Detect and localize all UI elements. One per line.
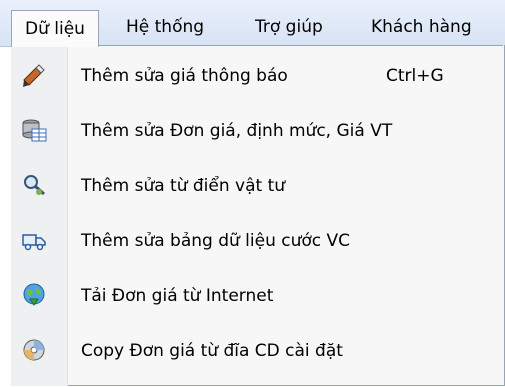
menu-bar: Dữ liệu Hệ thống Trợ giúp Khách hàng <box>0 0 505 47</box>
menu-tro-giup-label: Trợ giúp <box>255 17 323 37</box>
menu-item-them-sua-don-gia[interactable]: Thêm sửa Đơn giá, định mức, Giá VT <box>11 103 503 159</box>
menu-item-them-sua-cuoc-vc[interactable]: Thêm sửa bảng dữ liệu cước VC <box>11 213 503 269</box>
menu-item-label: Thêm sửa từ điển vật tư <box>81 176 286 196</box>
database-table-icon <box>22 119 47 142</box>
pencil-tool-icon <box>23 64 45 87</box>
menu-khach-hang[interactable]: Khách hàng <box>371 9 472 45</box>
menu-du-lieu[interactable]: Dữ liệu <box>11 10 99 47</box>
menu-item-label: Thêm sửa giá thông báo <box>81 66 288 86</box>
shortcut-text: Ctrl+G <box>386 66 444 86</box>
menu-item-label: Tải Đơn giá từ Internet <box>81 286 274 306</box>
truck-icon <box>22 234 46 251</box>
menu-item-them-sua-gia-thong-bao[interactable]: Thêm sửa giá thông báo Ctrl+G <box>11 48 503 104</box>
menu-item-copy-don-gia-cd[interactable]: Copy Đơn giá từ đĩa CD cài đặt <box>11 323 503 379</box>
menu-item-them-sua-tu-dien-vat-tu[interactable]: Thêm sửa từ điển vật tư <box>11 158 503 214</box>
menu-du-lieu-label: Dữ liệu <box>25 19 85 39</box>
dropdown-top-border <box>95 45 503 46</box>
menu-item-label: Thêm sửa Đơn giá, định mức, Giá VT <box>81 121 393 141</box>
menu-item-label: Thêm sửa bảng dữ liệu cước VC <box>81 231 351 251</box>
menu-he-thong[interactable]: Hệ thống <box>126 9 204 45</box>
menu-khach-hang-label: Khách hàng <box>371 17 472 37</box>
menu-item-tai-don-gia-internet[interactable]: Tải Đơn giá từ Internet <box>11 268 503 324</box>
cd-copy-icon <box>23 339 45 361</box>
globe-download-icon <box>23 283 45 306</box>
dictionary-search-icon <box>24 175 45 196</box>
menu-he-thong-label: Hệ thống <box>126 17 205 37</box>
menu-tro-giup[interactable]: Trợ giúp <box>255 9 323 45</box>
menu-item-label: Copy Đơn giá từ đĩa CD cài đặt <box>81 341 343 361</box>
